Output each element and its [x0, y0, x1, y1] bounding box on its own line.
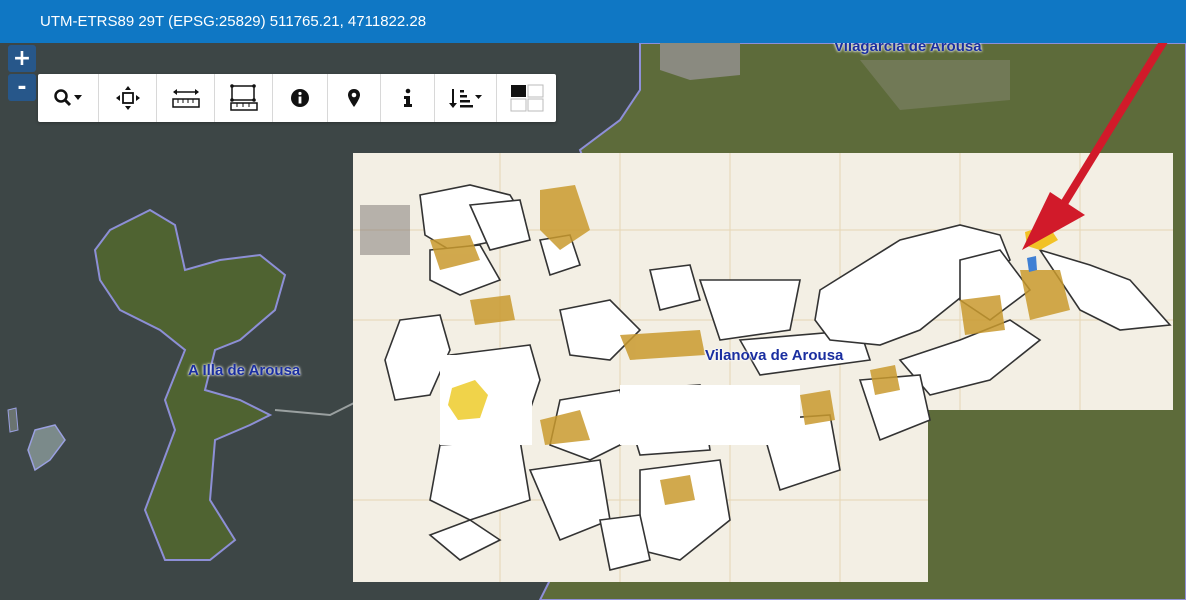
- measure-distance-tool[interactable]: [157, 74, 215, 122]
- place-label-illa: A Illa de Arousa: [188, 362, 301, 379]
- identify-tool[interactable]: [381, 74, 435, 122]
- coordinate-bar: UTM-ETRS89 29T (EPSG:25829) 511765.21, 4…: [0, 0, 1186, 43]
- map-svg[interactable]: [0, 43, 1186, 600]
- ruler-icon: [171, 89, 200, 108]
- layer-switcher-tool[interactable]: [497, 74, 556, 122]
- map-toolbar: [38, 74, 556, 122]
- coordinate-readout: UTM-ETRS89 29T (EPSG:25829) 511765.21, 4…: [40, 13, 427, 30]
- pan-tool[interactable]: [99, 74, 157, 122]
- zoom-control: + -: [8, 45, 38, 103]
- map-canvas[interactable]: Vilagarcía de Arousa A Illa de Arousa Vi…: [0, 43, 1186, 600]
- grid-icon: [510, 84, 543, 112]
- place-label-vilagarcia: Vilagarcía de Arousa: [834, 43, 982, 55]
- map-marker-icon: [348, 89, 360, 107]
- area-ruler-icon: [229, 84, 258, 111]
- move-arrows-icon: [115, 86, 140, 110]
- zoom-out-button[interactable]: -: [8, 74, 36, 101]
- locate-tool[interactable]: [328, 74, 381, 122]
- sort-dropdown-icon: [448, 89, 482, 108]
- measure-area-tool[interactable]: [215, 74, 273, 122]
- info-tool[interactable]: [273, 74, 328, 122]
- sort-tool[interactable]: [435, 74, 497, 122]
- magnifier-dropdown-icon: [54, 89, 82, 107]
- info-circle-icon: [291, 89, 309, 107]
- scan-smudge: [360, 205, 410, 255]
- search-tool[interactable]: [38, 74, 99, 122]
- info-icon: [403, 88, 412, 107]
- zoom-in-button[interactable]: +: [8, 45, 36, 72]
- islet-small: [7, 407, 19, 433]
- place-label-vilanova: Vilanova de Arousa: [705, 347, 844, 364]
- blank-area-2: [620, 385, 800, 445]
